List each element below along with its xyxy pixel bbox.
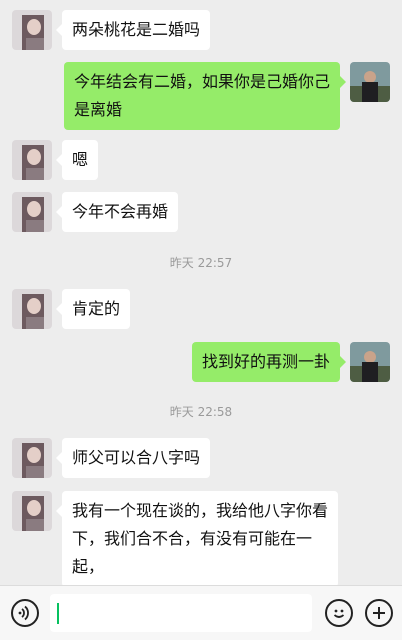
timestamp: 昨天 22:58 [169, 405, 233, 419]
message-bubble[interactable]: 嗯 [55, 140, 99, 180]
message-bubble[interactable]: 今年不会再婚 [55, 192, 179, 232]
contact-avatar[interactable] [12, 140, 52, 180]
emoji-icon[interactable] [325, 599, 353, 627]
contact-avatar[interactable] [12, 289, 52, 329]
text-cursor [57, 603, 59, 624]
message-input[interactable] [50, 594, 312, 632]
message-bubble[interactable]: 找到好的再测一卦 [191, 342, 347, 382]
message-bubble[interactable]: 两朵桃花是二婚吗 [55, 10, 211, 50]
chat-area[interactable]: 两朵桃花是二婚吗 今年结会有二婚，如果你是己婚你己是离婚 嗯 今年不会再婚 昨天… [0, 0, 402, 587]
message-bubble[interactable]: 今年结会有二婚，如果你是己婚你己是离婚 [64, 62, 346, 130]
self-avatar[interactable] [350, 62, 390, 102]
self-avatar[interactable] [350, 342, 390, 382]
contact-avatar[interactable] [12, 491, 52, 531]
voice-icon[interactable] [11, 599, 39, 627]
input-bar [0, 585, 402, 640]
message-bubble[interactable]: 肯定的 [55, 289, 131, 329]
message-bubble[interactable]: 我有一个现在谈的，我给他八字你看下，我们合不合，有没有可能在一起， [56, 491, 338, 587]
message-bubble[interactable]: 师父可以合八字吗 [55, 438, 211, 478]
contact-avatar[interactable] [12, 10, 52, 50]
timestamp: 昨天 22:57 [169, 256, 233, 270]
contact-avatar[interactable] [12, 438, 52, 478]
contact-avatar[interactable] [12, 192, 52, 232]
plus-icon[interactable] [365, 599, 393, 627]
